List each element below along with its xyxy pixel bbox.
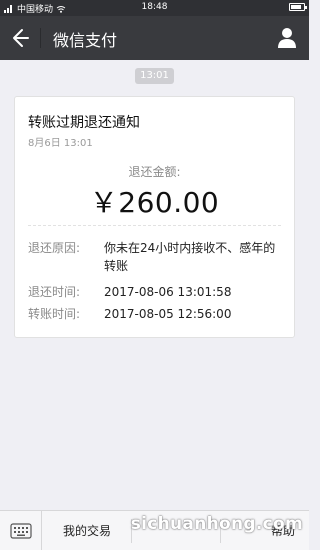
detail-row-transfer-time: 转账时间: 2017-08-05 12:56:00 <box>28 305 284 323</box>
card-divider <box>28 225 281 226</box>
refund-notice-card[interactable]: 转账过期退还通知 8月6日 13:01 退还金额: ￥260.00 退还原因: … <box>14 96 295 338</box>
battery-icon <box>289 3 307 11</box>
back-button[interactable] <box>4 22 36 54</box>
status-bar: 中国移动 18:48 <box>0 0 309 16</box>
detail-key: 退还原因: <box>28 241 81 255</box>
detail-key: 转账时间: <box>28 307 81 321</box>
amount-value: ￥260.00 <box>89 186 220 219</box>
menu-my-transactions[interactable]: 我的交易 <box>43 511 131 550</box>
arrow-left-icon <box>13 29 29 47</box>
card-date: 8月6日 13:01 <box>28 138 93 149</box>
detail-value: 你未在24小时内接收不、感年的转账 <box>104 241 276 273</box>
chat-timestamp: 13:01 <box>135 68 174 84</box>
detail-row-refund-time: 退还时间: 2017-08-06 13:01:58 <box>28 283 284 301</box>
title-divider <box>40 28 41 48</box>
keyboard-toggle-button[interactable] <box>0 511 42 550</box>
detail-value: 2017-08-05 12:56:00 <box>104 307 232 321</box>
title-bar: 微信支付 <box>0 16 309 60</box>
keyboard-icon <box>10 523 32 539</box>
page-title: 微信支付 <box>53 31 118 50</box>
amount-label: 退还金额: <box>128 165 181 179</box>
card-title: 转账过期退还通知 <box>28 115 140 131</box>
detail-row-reason: 退还原因: 你未在24小时内接收不、感年的转账 <box>28 239 284 275</box>
status-time: 18:48 <box>141 2 168 12</box>
detail-key: 退还时间: <box>28 285 81 299</box>
detail-value: 2017-08-06 13:01:58 <box>104 285 232 299</box>
watermark-text: sichuanhong.com <box>130 514 303 534</box>
profile-button[interactable] <box>273 24 301 52</box>
person-icon <box>278 28 296 48</box>
